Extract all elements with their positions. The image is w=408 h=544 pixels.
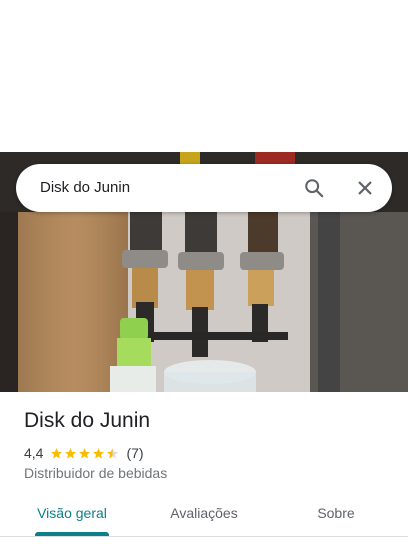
star-rating — [50, 447, 120, 460]
star-icon — [65, 447, 77, 458]
search-bar[interactable]: Disk do Junin — [16, 164, 392, 212]
close-icon[interactable] — [349, 172, 381, 204]
rating-row[interactable]: 4,4 (7) — [24, 444, 144, 462]
tab-about[interactable]: Sobre — [286, 490, 386, 536]
star-icon — [79, 447, 91, 458]
tab-overview[interactable]: Visão geral — [22, 490, 122, 536]
rating-value: 4,4 — [24, 445, 44, 461]
place-title: Disk do Junin — [24, 409, 151, 432]
divider — [0, 536, 408, 537]
place-category: Distribuidor de bebidas — [24, 465, 168, 481]
tab-reviews[interactable]: Avaliações — [154, 490, 254, 536]
star-half-icon — [107, 447, 119, 458]
tab-bar: Visão geral Avaliações Sobre — [0, 490, 408, 536]
star-icon — [93, 447, 105, 458]
star-icon — [51, 447, 63, 458]
search-icon[interactable] — [298, 172, 330, 204]
search-input[interactable]: Disk do Junin — [40, 164, 130, 212]
review-count[interactable]: (7) — [126, 445, 143, 461]
